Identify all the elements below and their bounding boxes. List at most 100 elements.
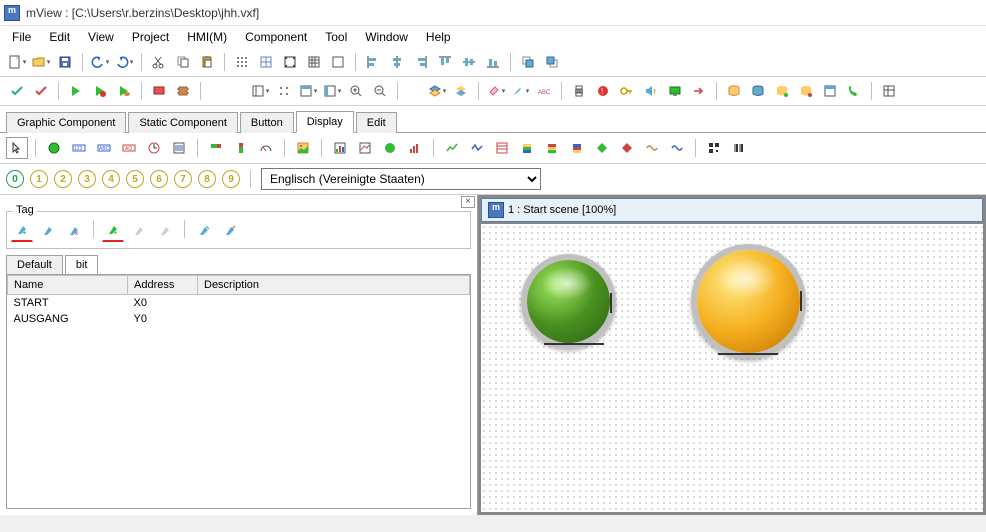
language-select[interactable]: Englisch (Vereinigte Staaten) <box>261 168 541 190</box>
image-icon[interactable] <box>292 137 314 159</box>
tab-button[interactable]: Button <box>240 112 294 133</box>
tab-graphic-component[interactable]: Graphic Component <box>6 112 126 133</box>
pointer-icon[interactable] <box>6 137 28 159</box>
open-button[interactable] <box>30 51 52 73</box>
tag-group-del-icon[interactable] <box>154 220 176 242</box>
play-db-icon[interactable] <box>113 80 135 102</box>
align-right-button[interactable] <box>410 51 432 73</box>
scene-canvas[interactable] <box>481 224 983 512</box>
play-green-icon[interactable] <box>65 80 87 102</box>
save-button[interactable] <box>54 51 76 73</box>
check2-icon[interactable] <box>30 80 52 102</box>
tag-add-icon[interactable]: + <box>11 220 33 242</box>
menu-edit[interactable]: Edit <box>41 28 78 46</box>
lang-8[interactable]: 8 <box>198 170 216 188</box>
panel-close-icon[interactable]: × <box>461 196 475 208</box>
menu-file[interactable]: File <box>4 28 39 46</box>
align-bottom-button[interactable] <box>482 51 504 73</box>
col-address[interactable]: Address <box>128 276 198 295</box>
tab-display[interactable]: Display <box>296 111 354 133</box>
lamp-orange[interactable] <box>691 244 806 359</box>
tag-group-edit-icon[interactable] <box>128 220 150 242</box>
phone-icon[interactable] <box>843 80 865 102</box>
canvas-button[interactable] <box>327 51 349 73</box>
align-middle-v-button[interactable] <box>458 51 480 73</box>
qr-icon[interactable] <box>703 137 725 159</box>
lang-7[interactable]: 7 <box>174 170 192 188</box>
eraser-icon[interactable] <box>485 80 507 102</box>
key-icon[interactable] <box>616 80 638 102</box>
window-icon[interactable] <box>819 80 841 102</box>
zoom-in-icon[interactable] <box>345 80 367 102</box>
menu-view[interactable]: View <box>80 28 122 46</box>
bring-front-button[interactable] <box>517 51 539 73</box>
lang-4[interactable]: 4 <box>102 170 120 188</box>
panel1-icon[interactable] <box>249 80 271 102</box>
stat-icon[interactable] <box>404 137 426 159</box>
menu-help[interactable]: Help <box>418 28 459 46</box>
paste-button[interactable] <box>196 51 218 73</box>
brush-icon[interactable] <box>509 80 531 102</box>
num-display-icon[interactable]: 123 <box>68 137 90 159</box>
send-back-button[interactable] <box>541 51 563 73</box>
circle-green-icon[interactable] <box>43 137 65 159</box>
trend1-icon[interactable] <box>441 137 463 159</box>
abc-icon[interactable]: ABC <box>533 80 555 102</box>
zoom-out-icon[interactable] <box>369 80 391 102</box>
barcode-icon[interactable] <box>728 137 750 159</box>
chip-icon[interactable] <box>172 80 194 102</box>
grid-dots-button[interactable] <box>231 51 253 73</box>
warn-icon[interactable]: ! <box>592 80 614 102</box>
redo-button[interactable] <box>113 51 135 73</box>
tab-static-component[interactable]: Static Component <box>128 112 237 133</box>
tag-export-icon[interactable] <box>219 220 241 242</box>
circle2-icon[interactable] <box>379 137 401 159</box>
db3-icon[interactable] <box>771 80 793 102</box>
menu-window[interactable]: Window <box>357 28 416 46</box>
check1-icon[interactable] <box>6 80 28 102</box>
lang-6[interactable]: 6 <box>150 170 168 188</box>
copy-button[interactable] <box>172 51 194 73</box>
align-center-h-button[interactable] <box>386 51 408 73</box>
diamond-red-icon[interactable] <box>616 137 638 159</box>
align-left-button[interactable] <box>362 51 384 73</box>
tag-group-add-icon[interactable]: + <box>102 220 124 242</box>
menu-project[interactable]: Project <box>124 28 177 46</box>
arrow-icon[interactable] <box>688 80 710 102</box>
lang-3[interactable]: 3 <box>78 170 96 188</box>
wave1-icon[interactable] <box>641 137 663 159</box>
play-red-icon[interactable] <box>89 80 111 102</box>
tag-tab-default[interactable]: Default <box>6 255 63 274</box>
gauge-icon[interactable] <box>255 137 277 159</box>
undo-button[interactable] <box>89 51 111 73</box>
table-row[interactable]: AUSGANG Y0 <box>8 311 470 327</box>
screen-icon[interactable] <box>664 80 686 102</box>
grid-lines-button[interactable] <box>255 51 277 73</box>
dots-icon[interactable] <box>273 80 295 102</box>
tag-del-icon[interactable]: × <box>63 220 85 242</box>
diamond-green-icon[interactable] <box>591 137 613 159</box>
menu-tool[interactable]: Tool <box>317 28 355 46</box>
stack1-icon[interactable] <box>516 137 538 159</box>
lang-2[interactable]: 2 <box>54 170 72 188</box>
lang-5[interactable]: 5 <box>126 170 144 188</box>
table-row[interactable]: START X0 <box>8 295 470 312</box>
grid-table-button[interactable] <box>303 51 325 73</box>
speaker-icon[interactable] <box>640 80 662 102</box>
tab-edit[interactable]: Edit <box>356 112 397 133</box>
layer2-icon[interactable] <box>450 80 472 102</box>
print-icon[interactable] <box>568 80 590 102</box>
fullscreen-button[interactable] <box>279 51 301 73</box>
new-button[interactable] <box>6 51 28 73</box>
tag-tab-bit[interactable]: bit <box>65 255 99 274</box>
lang-1[interactable]: 1 <box>30 170 48 188</box>
menu-hmi[interactable]: HMI(M) <box>179 28 235 46</box>
col-name[interactable]: Name <box>8 276 128 295</box>
cut-button[interactable] <box>148 51 170 73</box>
menu-component[interactable]: Component <box>237 28 315 46</box>
clock-icon[interactable] <box>143 137 165 159</box>
table-tool-icon[interactable] <box>878 80 900 102</box>
wave2-icon[interactable] <box>666 137 688 159</box>
db2-icon[interactable] <box>747 80 769 102</box>
stack3-icon[interactable] <box>566 137 588 159</box>
